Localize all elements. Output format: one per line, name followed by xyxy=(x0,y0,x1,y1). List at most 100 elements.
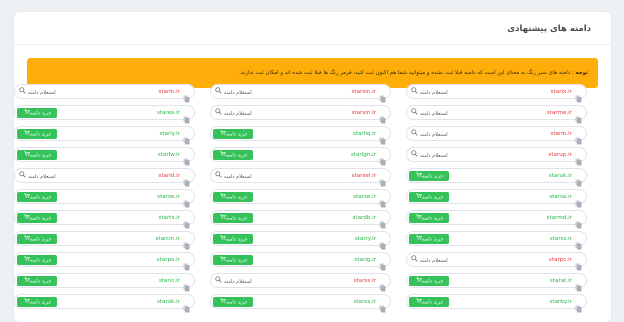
copy-icon[interactable] xyxy=(575,88,582,103)
buy-domain-button[interactable]: خرید دامنه xyxy=(409,171,449,181)
search-icon xyxy=(411,129,418,140)
buy-domain-button[interactable]: خرید دامنه xyxy=(213,192,253,202)
domain-name: starsa.ir xyxy=(549,194,572,200)
buy-domain-button[interactable]: خرید دامنه xyxy=(17,255,57,265)
domain-item: starex.ir خرید دامنه xyxy=(14,105,197,124)
buy-domain-button[interactable]: خرید دامنه xyxy=(17,297,57,307)
buy-domain-button[interactable]: خرید دامنه xyxy=(17,108,57,118)
buy-domain-button[interactable]: خرید دامنه xyxy=(213,234,253,244)
domain-item: starly.ir خرید دامنه xyxy=(14,126,197,145)
whois-domain-button[interactable]: استعلام دامنه xyxy=(215,276,252,286)
whois-domain-button[interactable]: استعلام دامنه xyxy=(215,108,252,118)
whois-domain-button[interactable]: استعلام دامنه xyxy=(19,171,56,181)
copy-icon[interactable] xyxy=(575,130,582,145)
domain-name: starin.ir xyxy=(550,131,572,137)
buy-label: خرید دامنه xyxy=(29,236,52,243)
copy-icon[interactable] xyxy=(575,235,582,250)
whois-label: استعلام دامنه xyxy=(28,90,56,96)
copy-icon[interactable] xyxy=(379,88,386,103)
whois-domain-button[interactable]: استعلام دامنه xyxy=(215,87,252,97)
copy-icon[interactable] xyxy=(379,256,386,271)
copy-icon[interactable] xyxy=(575,172,582,187)
whois-domain-button[interactable]: استعلام دامنه xyxy=(411,108,448,118)
domain-row: starse.ir خرید دامنه starse.ir خرید دامنه st… xyxy=(14,189,604,208)
buy-domain-button[interactable]: خرید دامنه xyxy=(17,276,57,286)
buy-domain-button[interactable]: خرید دامنه xyxy=(17,150,57,160)
domain-name: staric.ir xyxy=(158,278,180,284)
buy-domain-button[interactable]: خرید دامنه xyxy=(409,192,449,202)
search-icon xyxy=(215,108,222,119)
copy-icon[interactable] xyxy=(575,109,582,124)
domain-box: starmd.ir خرید دامنه xyxy=(406,210,587,229)
copy-icon[interactable] xyxy=(183,172,190,187)
domain-row: starlw.ir خرید دامنه starlgn.ir خرید دامنه s… xyxy=(14,147,604,166)
copy-icon[interactable] xyxy=(183,277,190,292)
buy-domain-button[interactable]: خرید دامنه xyxy=(409,297,449,307)
domain-name: starse.ir xyxy=(353,194,376,200)
copy-icon[interactable] xyxy=(575,151,582,166)
whois-domain-button[interactable]: استعلام دامنه xyxy=(215,171,252,181)
buy-domain-button[interactable]: خرید دامنه xyxy=(213,150,253,160)
whois-domain-button[interactable]: استعلام دامنه xyxy=(411,255,448,265)
copy-icon[interactable] xyxy=(183,256,190,271)
domain-item: starsel.ir استعلام دامنه xyxy=(210,168,393,187)
copy-icon[interactable] xyxy=(183,235,190,250)
whois-domain-button[interactable]: استعلام دامنه xyxy=(411,87,448,97)
domain-box: starcin.ir خرید دامنه xyxy=(14,231,195,250)
domain-item: starliq.ir خرید دامنه xyxy=(210,126,393,145)
domain-item: starmd.ir خرید دامنه xyxy=(406,210,589,229)
domain-name: starss.ir xyxy=(549,236,572,242)
buy-domain-button[interactable]: خرید دامنه xyxy=(409,276,449,286)
search-icon xyxy=(19,87,26,98)
copy-icon[interactable] xyxy=(379,151,386,166)
domain-box: starin.ir استعلام دامنه xyxy=(14,84,195,103)
buy-domain-button[interactable]: خرید دامنه xyxy=(409,213,449,223)
domain-name: starmd.ir xyxy=(546,215,572,221)
domain-row: starok.ir خرید دامنه starss.ir خرید دامنه st… xyxy=(14,294,604,313)
copy-icon[interactable] xyxy=(183,298,190,313)
copy-icon[interactable] xyxy=(575,193,582,208)
buy-domain-button[interactable]: خرید دامنه xyxy=(17,213,57,223)
copy-icon[interactable] xyxy=(183,193,190,208)
buy-domain-button[interactable]: خرید دامنه xyxy=(409,234,449,244)
domain-box: starry.ir خرید دامنه xyxy=(210,231,391,250)
copy-icon[interactable] xyxy=(379,298,386,313)
copy-icon[interactable] xyxy=(379,109,386,124)
copy-icon[interactable] xyxy=(575,214,582,229)
domain-box: starse.ir خرید دامنه xyxy=(14,189,195,208)
copy-icon[interactable] xyxy=(379,193,386,208)
domain-name: starby.ir xyxy=(549,299,572,305)
buy-domain-button[interactable]: خرید دامنه xyxy=(17,234,57,244)
whois-domain-button[interactable]: استعلام دامنه xyxy=(411,129,448,139)
buy-domain-button[interactable]: خرید دامنه xyxy=(213,129,253,139)
whois-domain-button[interactable]: استعلام دامنه xyxy=(411,150,448,160)
domain-row: starex.ir خرید دامنه starsin.ir استعلام دام… xyxy=(14,105,604,124)
copy-icon[interactable] xyxy=(379,172,386,187)
copy-icon[interactable] xyxy=(183,214,190,229)
copy-icon[interactable] xyxy=(379,214,386,229)
domain-item: starin.ir استعلام دامنه xyxy=(14,84,197,103)
copy-icon[interactable] xyxy=(379,235,386,250)
copy-icon[interactable] xyxy=(379,277,386,292)
whois-domain-button[interactable]: استعلام دامنه xyxy=(19,87,56,97)
buy-label: خرید دامنه xyxy=(421,194,444,201)
whois-label: استعلام دامنه xyxy=(420,90,448,96)
buy-domain-button[interactable]: خرید دامنه xyxy=(17,129,57,139)
copy-icon[interactable] xyxy=(183,151,190,166)
copy-icon[interactable] xyxy=(183,109,190,124)
domain-box: starsin.ir استعلام دامنه xyxy=(210,105,391,124)
buy-domain-button[interactable]: خرید دامنه xyxy=(213,213,253,223)
domain-name: starig.ir xyxy=(354,257,376,263)
copy-icon[interactable] xyxy=(183,88,190,103)
domain-item: starsin.ir استعلام دامنه xyxy=(210,84,393,103)
domain-name: starid.ir xyxy=(158,173,180,179)
copy-icon[interactable] xyxy=(575,277,582,292)
buy-domain-button[interactable]: خرید دامنه xyxy=(213,255,253,265)
buy-domain-button[interactable]: خرید دامنه xyxy=(213,297,253,307)
buy-domain-button[interactable]: خرید دامنه xyxy=(17,192,57,202)
copy-icon[interactable] xyxy=(575,298,582,313)
domain-item: starok.ir خرید دامنه xyxy=(14,294,197,313)
copy-icon[interactable] xyxy=(379,130,386,145)
copy-icon[interactable] xyxy=(183,130,190,145)
copy-icon[interactable] xyxy=(575,256,582,271)
